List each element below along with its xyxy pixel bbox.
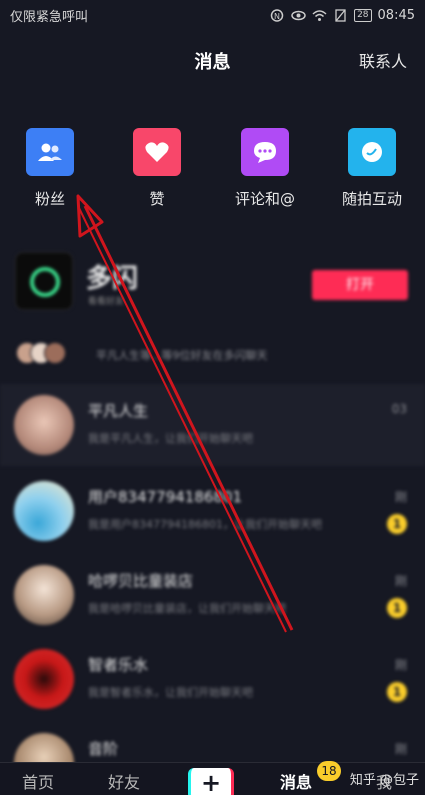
header: 消息 联系人 [0,40,425,80]
category-fans[interactable]: 粉丝 [5,128,95,209]
list-item[interactable]: 平凡人生 我是平凡人生，让我们开始聊天吧 03 [0,384,425,466]
nav-messages[interactable]: 消息 [280,769,312,793]
unread-badge: 1 [387,682,407,702]
avatar [14,649,74,709]
duoshan-logo [15,252,73,310]
no-sim-icon [335,8,346,22]
create-button[interactable]: + [188,768,234,795]
banner-name: 多闪 [86,264,139,294]
category-label: 随拍互动 [341,190,402,208]
duoshan-banner[interactable]: 多闪 看看好友 打开 平凡人生等...等9位好友在多闪聊天 [10,250,415,364]
eye-icon [291,10,306,20]
bottom-nav: 首页 好友 + 消息 18 我 知乎 @包子 [0,761,425,795]
clock: 08:45 [377,7,415,23]
category-comments[interactable]: 评论和@ [220,128,310,209]
message-sender: 音阶 [88,740,119,758]
message-sender: 哈啰贝比童装店 [88,572,194,590]
comment-icon [241,128,289,176]
unread-count-badge: 18 [317,761,341,781]
nav-friends[interactable]: 好友 [108,769,140,793]
message-sender: 平凡人生 [88,402,149,420]
avatar [14,481,74,541]
message-preview: 我是用户8347794186801，让我们开始聊天吧 [88,518,322,531]
message-preview: 我是平凡人生，让我们开始聊天吧 [88,432,253,445]
nav-home[interactable]: 首页 [22,769,54,793]
status-icons: N 28 08:45 [270,8,415,23]
message-sender: 智者乐水 [88,656,149,674]
category-row: 粉丝 赞 评论和@ 随拍互动 [0,128,425,218]
watermark: 知乎 @包子 [349,773,419,788]
category-likes[interactable]: 赞 [112,128,202,209]
avatar [14,395,74,455]
avatar [44,342,66,364]
message-preview: 我是哈啰贝比童装店，让我们开始聊天吧 [88,602,286,615]
message-time: 刚 [394,574,407,588]
wifi-icon [312,9,327,21]
status-bar: 仅限紧急呼叫 N 28 08:45 [0,0,425,30]
contacts-link[interactable]: 联系人 [359,48,407,72]
list-item[interactable]: 哈啰贝比童装店 我是哈啰贝比童装店，让我们开始聊天吧 刚 1 [0,554,425,636]
list-item[interactable]: 用户8347794186801 我是用户8347794186801，让我们开始聊… [0,470,425,552]
heart-icon [133,128,181,176]
banner-subtitle: 平凡人生等...等9位好友在多闪聊天 [96,349,268,362]
list-item[interactable]: 智者乐水 我是智者乐水，让我们开始聊天吧 刚 1 [0,638,425,720]
open-button[interactable]: 打开 [312,270,408,300]
category-label: 评论和@ [234,190,295,208]
banner-tag: 看看好友 [88,297,125,307]
message-time: 刚 [394,742,407,756]
unread-badge: 1 [387,514,407,534]
message-area: 多闪 看看好友 打开 平凡人生等...等9位好友在多闪聊天 平凡人生 我是平凡人… [0,232,425,793]
message-sender: 用户8347794186801 [88,488,243,506]
friend-avatars [16,342,76,364]
avatar [14,565,74,625]
unread-badge: 1 [387,598,407,618]
message-time: 03 [391,402,407,416]
carrier-text: 仅限紧急呼叫 [10,9,89,25]
category-camera[interactable]: 随拍互动 [327,128,417,209]
nfc-icon: N [270,8,284,22]
message-time: 刚 [394,490,407,504]
message-time: 刚 [394,658,407,672]
svg-text:N: N [274,12,280,21]
category-label: 粉丝 [34,190,65,208]
message-preview: 我是智者乐水，让我们开始聊天吧 [88,686,253,699]
category-label: 赞 [149,190,165,208]
battery-icon: 28 [354,8,372,22]
camera-icon [348,128,396,176]
fans-icon [26,128,74,176]
